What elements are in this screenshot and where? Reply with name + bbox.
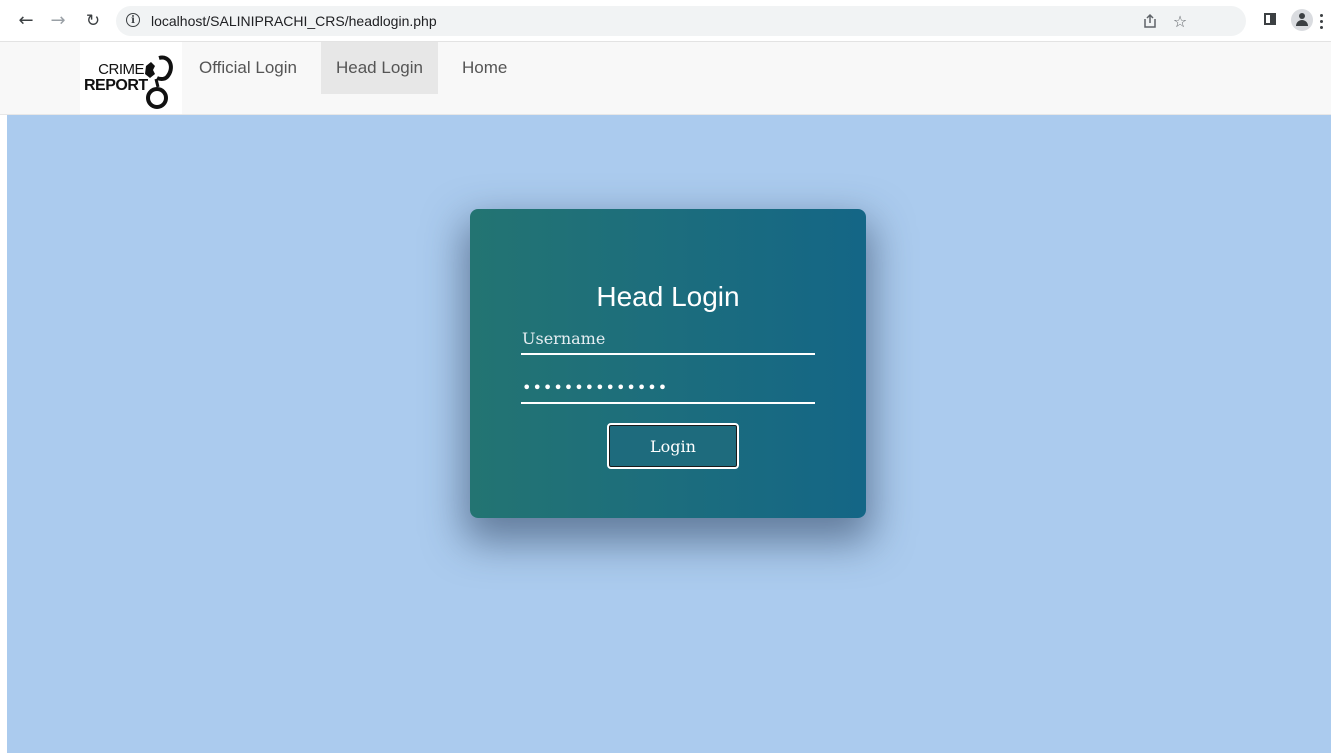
username-input[interactable] — [521, 323, 815, 355]
share-icon[interactable] — [1139, 10, 1161, 32]
crime-report-logo[interactable]: CRIME REPORT — [80, 42, 182, 114]
password-input[interactable] — [521, 372, 815, 404]
login-button[interactable]: Login — [607, 423, 739, 469]
logo-line-crime: CRIME — [98, 61, 144, 78]
side-panel-icon[interactable] — [1264, 13, 1276, 25]
back-arrow-icon[interactable]: ← — [13, 8, 39, 34]
logo-line-report: REPORT — [84, 77, 148, 94]
info-icon[interactable]: i — [126, 13, 140, 27]
address-bar[interactable]: i localhost/SALINIPRACHI_CRS/headlogin.p… — [116, 6, 1246, 36]
star-icon[interactable]: ☆ — [1169, 10, 1191, 32]
menu-icon[interactable] — [1316, 9, 1326, 33]
nav-home[interactable]: Home — [447, 42, 522, 94]
browser-toolbar: ← → ↻ i localhost/SALINIPRACHI_CRS/headl… — [0, 0, 1331, 42]
forward-arrow-icon[interactable]: → — [45, 8, 71, 34]
handcuffs-icon — [145, 55, 173, 109]
nav-official-login[interactable]: Official Login — [184, 42, 312, 94]
site-navbar: CRIME REPORT Official Login Head Login H… — [0, 42, 1331, 115]
profile-icon[interactable] — [1291, 9, 1313, 31]
page-background: Head Login Login — [7, 115, 1331, 753]
logo-text: CRIME REPORT — [84, 61, 148, 94]
url-text[interactable]: localhost/SALINIPRACHI_CRS/headlogin.php — [151, 13, 437, 29]
login-title: Head Login — [596, 281, 740, 312]
nav-head-login[interactable]: Head Login — [321, 42, 438, 94]
reload-icon[interactable]: ↻ — [80, 8, 106, 34]
login-card: Head Login Login — [470, 209, 866, 518]
